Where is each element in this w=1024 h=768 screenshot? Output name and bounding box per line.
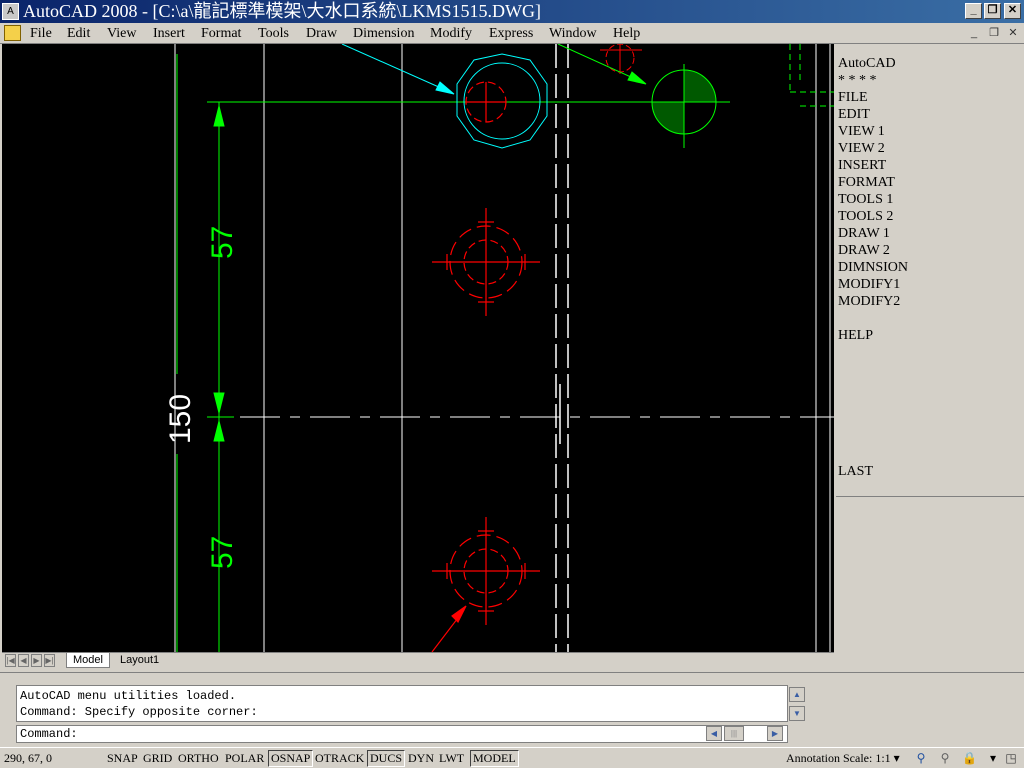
menu-window[interactable]: Window — [549, 25, 597, 42]
screen-menu-item[interactable]: MODIFY1 — [838, 276, 900, 293]
hidden-lines — [555, 44, 569, 652]
close-button[interactable]: ✕ — [1004, 3, 1021, 19]
scroll-right-button[interactable]: ▶ — [767, 726, 783, 741]
screen-menu-item[interactable]: AutoCAD — [838, 55, 896, 72]
autocad-app-icon[interactable]: A — [2, 3, 19, 20]
command-window: AutoCAD menu utilities loaded. Command: … — [0, 672, 1024, 746]
dimension-text-total: 150 — [164, 394, 197, 444]
screen-menu-item[interactable]: EDIT — [838, 106, 870, 123]
menu-dimension[interactable]: Dimension — [353, 25, 414, 42]
menu-help[interactable]: Help — [613, 25, 640, 42]
annotation-visibility-icon[interactable]: ⚲ — [914, 751, 928, 765]
chevron-down-icon[interactable]: ▾ — [986, 751, 1000, 765]
tab-model[interactable]: Model — [66, 653, 110, 668]
ortho-toggle[interactable]: ORTHO — [175, 750, 222, 767]
restore-button[interactable]: ❐ — [984, 3, 1001, 19]
minimize-button[interactable]: _ — [965, 3, 982, 19]
last-tab-button[interactable]: ▶| — [44, 654, 55, 667]
model-toggle[interactable]: MODEL — [470, 750, 519, 767]
first-tab-button[interactable]: |◀ — [5, 654, 16, 667]
snap-toggle[interactable]: SNAP — [104, 750, 141, 767]
section-symbol — [557, 44, 730, 148]
next-tab-button[interactable]: ▶ — [31, 654, 42, 667]
command-history-line: Command: Specify opposite corner: — [20, 705, 258, 719]
dyn-toggle[interactable]: DYN — [405, 750, 437, 767]
hole-bottom — [431, 517, 540, 652]
menu-bar: File Edit View Insert Format Tools Draw … — [0, 23, 1024, 44]
otrack-toggle[interactable]: OTRACK — [312, 750, 367, 767]
scroll-down-button[interactable]: ▼ — [789, 706, 805, 721]
red-cluster — [600, 44, 642, 74]
tab-layout1[interactable]: Layout1 — [114, 653, 165, 668]
screen-menu-item[interactable]: INSERT — [838, 157, 886, 174]
screen-menu-item[interactable]: * * * * — [838, 72, 877, 89]
annotation-scale-label: Annotation Scale: — [786, 751, 873, 765]
coordinate-readout[interactable]: 290, 67, 0 — [4, 751, 102, 766]
menu-tools[interactable]: Tools — [258, 25, 289, 42]
green-dashed-corner — [789, 44, 834, 107]
hscroll-thumb[interactable]: ||| — [724, 726, 744, 741]
part-outline-lines — [174, 44, 831, 652]
grid-toggle[interactable]: GRID — [140, 750, 175, 767]
screen-menu-item[interactable]: DRAW 2 — [838, 242, 890, 259]
menu-insert[interactable]: Insert — [153, 25, 185, 42]
menu-file[interactable]: File — [30, 25, 52, 42]
osnap-toggle[interactable]: OSNAP — [268, 750, 314, 767]
drawing-canvas[interactable]: 57 57 150 — [2, 44, 834, 652]
screen-menu-item[interactable]: DIMNSION — [838, 259, 908, 276]
lwt-toggle[interactable]: LWT — [436, 750, 467, 767]
auto-scale-icon[interactable]: ⚲ — [938, 751, 952, 765]
command-prompt: Command: — [20, 727, 78, 741]
dimension-lines — [176, 54, 730, 652]
doc-minimize-button[interactable]: _ — [966, 26, 982, 41]
status-bar: 290, 67, 0 SNAP GRID ORTHO POLAR OSNAP O… — [0, 747, 1024, 768]
menu-format[interactable]: Format — [201, 25, 241, 42]
lock-icon[interactable]: 🔒 — [962, 751, 977, 765]
top-hole-cyan — [341, 44, 548, 149]
window-title: AutoCAD 2008 - [C:\a\龍記標準模架\大水口系統\LKMS15… — [23, 1, 541, 21]
screen-menu-item-help[interactable]: HELP — [838, 327, 873, 344]
dimension-text-top: 57 — [206, 226, 239, 259]
prev-tab-button[interactable]: ◀ — [18, 654, 29, 667]
layout-tab-bar: |◀ ◀ ▶ ▶| Model Layout1 — [2, 652, 834, 668]
command-input[interactable]: Command: — [16, 725, 788, 743]
annotation-scale-value[interactable]: 1:1 — [875, 751, 890, 765]
dimension-text-bottom: 57 — [206, 536, 239, 569]
polar-toggle[interactable]: POLAR — [222, 750, 267, 767]
screen-menu-item[interactable]: DRAW 1 — [838, 225, 890, 242]
command-history: AutoCAD menu utilities loaded. Command: … — [16, 685, 788, 722]
title-bar: A AutoCAD 2008 - [C:\a\龍記標準模架\大水口系統\LKMS… — [0, 0, 1024, 23]
annotation-scale[interactable]: Annotation Scale: 1:1 ▾ — [786, 751, 900, 766]
doc-close-button[interactable]: ✕ — [1005, 26, 1021, 41]
screen-menu-blank — [836, 498, 1024, 672]
clean-screen-icon[interactable]: ◳ — [1004, 751, 1018, 765]
screen-menu-item[interactable]: VIEW 2 — [838, 140, 885, 157]
top-hole-red — [465, 81, 507, 123]
menu-view[interactable]: View — [107, 25, 136, 42]
screen-menu-item[interactable]: FORMAT — [838, 174, 895, 191]
menu-express[interactable]: Express — [489, 25, 533, 42]
cad-drawing[interactable]: 57 57 150 — [2, 44, 834, 652]
screen-menu-item[interactable]: TOOLS 1 — [838, 191, 893, 208]
menu-modify[interactable]: Modify — [430, 25, 472, 42]
ducs-toggle[interactable]: DUCS — [367, 750, 406, 767]
hole-middle — [432, 208, 540, 316]
screen-menu-item[interactable]: FILE — [838, 89, 868, 106]
scroll-up-button[interactable]: ▲ — [789, 687, 805, 702]
menu-edit[interactable]: Edit — [67, 25, 90, 42]
doc-restore-button[interactable]: ❐ — [986, 26, 1002, 41]
screen-menu-item[interactable]: TOOLS 2 — [838, 208, 893, 225]
menu-draw[interactable]: Draw — [306, 25, 337, 42]
screen-menu: AutoCAD * * * * FILE EDIT VIEW 1 VIEW 2 … — [836, 45, 1024, 497]
document-icon[interactable] — [4, 25, 21, 41]
chevron-down-icon[interactable]: ▾ — [894, 751, 900, 765]
command-history-line: AutoCAD menu utilities loaded. — [20, 689, 237, 703]
scroll-left-button[interactable]: ◀ — [706, 726, 722, 741]
screen-menu-item[interactable]: MODIFY2 — [838, 293, 900, 310]
screen-menu-item[interactable]: VIEW 1 — [838, 123, 885, 140]
screen-menu-item-last[interactable]: LAST — [838, 463, 873, 480]
